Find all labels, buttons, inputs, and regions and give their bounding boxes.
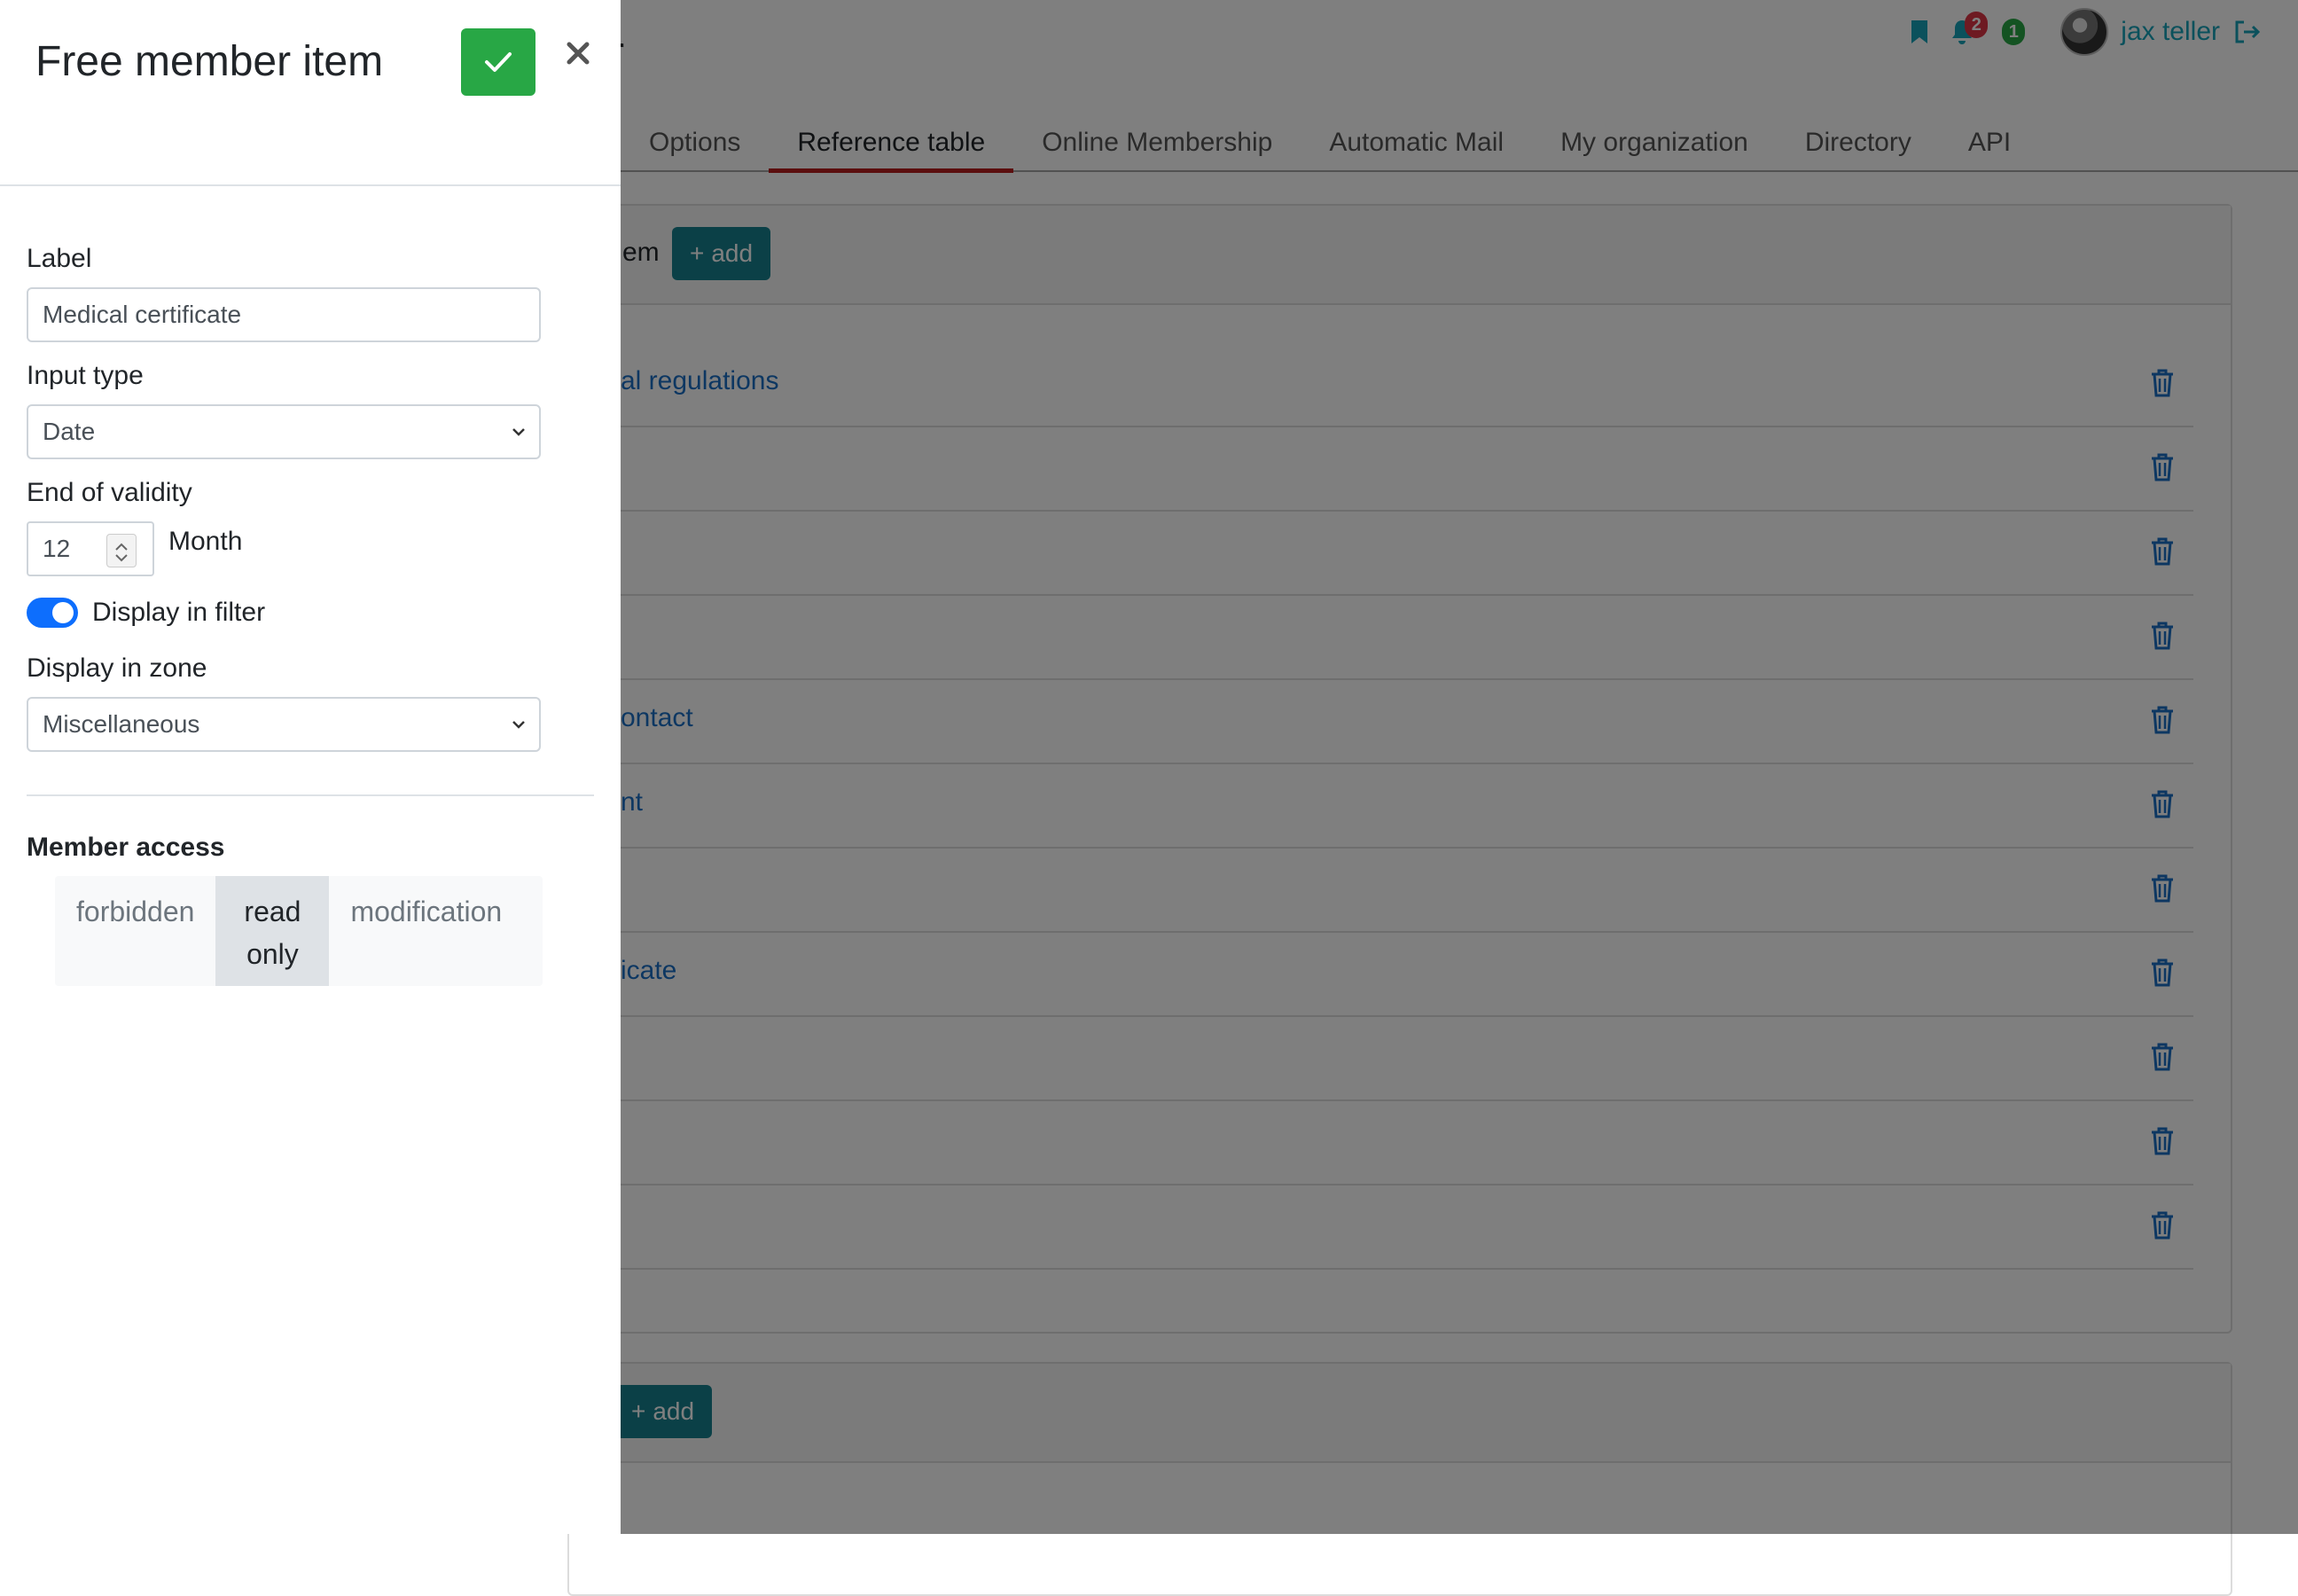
check-icon [485, 52, 512, 72]
display-in-filter-row: Display in filter [27, 589, 594, 637]
access-option-forbidden[interactable]: forbidden [55, 876, 215, 986]
validity-unit: Month [168, 527, 243, 556]
display-in-filter-label: Display in filter [92, 598, 266, 627]
divider [27, 794, 594, 796]
validity-number-input[interactable]: 12 [27, 521, 154, 576]
label-field-label: Label [27, 244, 92, 273]
end-of-validity-label: End of validity [27, 478, 192, 507]
display-in-filter-toggle[interactable] [27, 598, 78, 628]
access-option-modification[interactable]: modification [329, 876, 523, 986]
chevron-down-icon [512, 721, 525, 729]
member-access-selector: forbidden read only modification [55, 876, 543, 986]
number-spinner[interactable] [106, 534, 137, 567]
item-form: Label Medical certificate Input type Dat… [27, 239, 594, 986]
display-in-zone-value: Miscellaneous [43, 710, 200, 738]
access-option-read-only[interactable]: read only [215, 876, 330, 986]
panel-header: Free member item [0, 0, 621, 186]
close-icon [567, 42, 590, 65]
display-in-zone-label: Display in zone [27, 653, 207, 683]
label-input[interactable]: Medical certificate [27, 287, 541, 342]
chevron-down-icon [512, 428, 525, 436]
spinner-arrows-icon [115, 543, 128, 562]
confirm-button[interactable] [461, 28, 535, 96]
input-type-label: Input type [27, 361, 144, 390]
display-in-zone-select[interactable]: Miscellaneous [27, 697, 541, 752]
end-of-validity-row: 12 Month [27, 521, 594, 576]
close-button[interactable] [559, 34, 598, 73]
member-access-title: Member access [27, 833, 225, 862]
free-member-item-panel: Free member item Label Medical certifica… [0, 0, 621, 1534]
label-input-value: Medical certificate [43, 301, 242, 328]
input-type-select[interactable]: Date [27, 404, 541, 459]
validity-number-value: 12 [43, 535, 71, 562]
panel-title: Free member item [35, 38, 384, 85]
input-type-value: Date [43, 418, 96, 445]
